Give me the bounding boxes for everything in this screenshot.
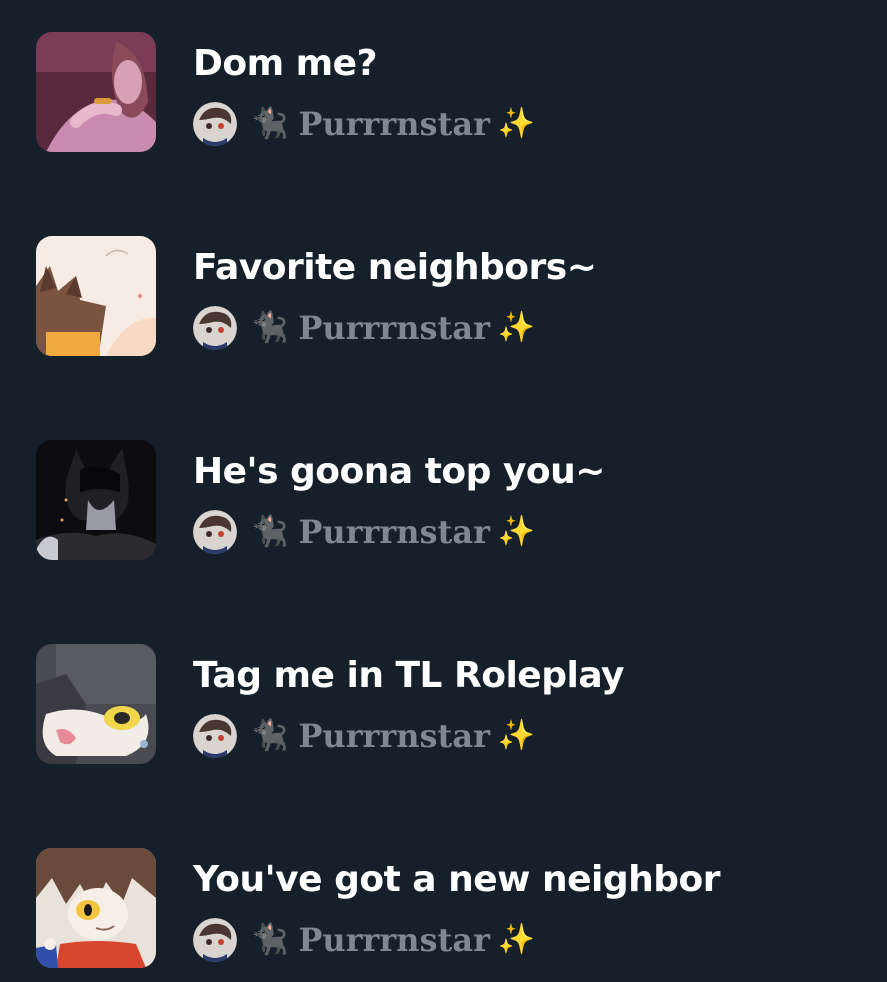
pink-figure-thumbnail-icon: [36, 32, 156, 152]
author-name: Purrrnstar: [298, 513, 490, 551]
sparkles-icon: ✨: [497, 310, 536, 345]
list-author[interactable]: 🐈‍⬛ Purrrnstar ✨: [193, 918, 535, 962]
black-cat-icon: 🐈‍⬛: [251, 514, 289, 549]
yellow-eye-character-thumbnail-icon: [36, 848, 156, 968]
sparkles-icon: ✨: [497, 514, 536, 549]
avatar: [193, 714, 237, 758]
list-thumbnail[interactable]: [36, 848, 156, 968]
author-name: Purrrnstar: [298, 105, 490, 143]
fox-character-thumbnail-icon: [36, 236, 156, 356]
list-item[interactable]: Favorite neighbors~ 🐈‍⬛ Purrrnstar ✨: [0, 204, 887, 408]
list-author[interactable]: 🐈‍⬛ Purrrnstar ✨: [193, 102, 535, 146]
sparkles-icon: ✨: [497, 922, 536, 957]
sparkles-icon: ✨: [497, 718, 536, 753]
list-item[interactable]: Dom me? 🐈‍⬛ Purrrnstar ✨: [0, 0, 887, 204]
list-title: Tag me in TL Roleplay: [193, 655, 624, 696]
black-cat-icon: 🐈‍⬛: [251, 922, 289, 957]
lists-feed: Dom me? 🐈‍⬛ Purrrnstar ✨: [0, 0, 887, 982]
list-title: Favorite neighbors~: [193, 247, 597, 288]
black-cat-icon: 🐈‍⬛: [251, 106, 289, 141]
list-title: Dom me?: [193, 43, 377, 84]
list-author[interactable]: 🐈‍⬛ Purrrnstar ✨: [193, 306, 535, 350]
avatar: [193, 510, 237, 554]
list-thumbnail[interactable]: [36, 440, 156, 560]
list-title: He's goona top you~: [193, 451, 605, 492]
list-thumbnail[interactable]: [36, 32, 156, 152]
dark-character-thumbnail-icon: [36, 440, 156, 560]
sparkles-icon: ✨: [497, 106, 536, 141]
list-thumbnail[interactable]: [36, 236, 156, 356]
author-name: Purrrnstar: [298, 309, 490, 347]
tongue-character-thumbnail-icon: [36, 644, 156, 764]
author-name: Purrrnstar: [298, 921, 490, 959]
avatar: [193, 102, 237, 146]
list-thumbnail[interactable]: [36, 644, 156, 764]
black-cat-icon: 🐈‍⬛: [251, 718, 289, 753]
list-item[interactable]: Tag me in TL Roleplay 🐈‍⬛ Purrrnstar ✨: [0, 612, 887, 816]
list-item[interactable]: He's goona top you~ 🐈‍⬛ Purrrnstar ✨: [0, 408, 887, 612]
list-author[interactable]: 🐈‍⬛ Purrrnstar ✨: [193, 714, 535, 758]
black-cat-icon: 🐈‍⬛: [251, 310, 289, 345]
author-name: Purrrnstar: [298, 717, 490, 755]
avatar: [193, 918, 237, 962]
list-title: You've got a new neighbor: [193, 859, 721, 900]
list-author[interactable]: 🐈‍⬛ Purrrnstar ✨: [193, 510, 535, 554]
avatar: [193, 306, 237, 350]
list-item[interactable]: You've got a new neighbor 🐈‍⬛ Purrrnstar…: [0, 816, 887, 982]
